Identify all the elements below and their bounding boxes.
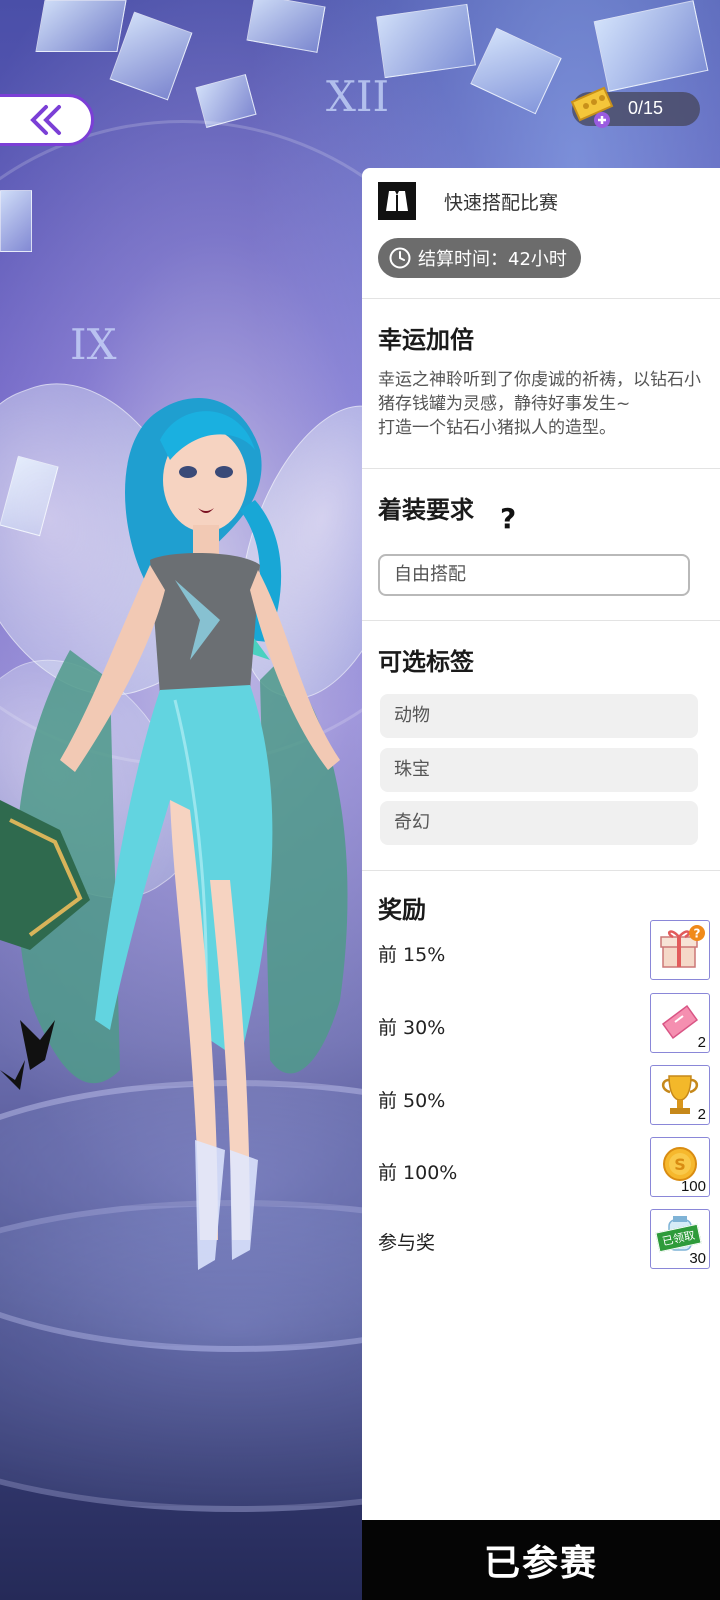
roman-numeral: XII [326,72,390,121]
reward-rank-label: 前 15% [378,944,446,966]
reward-rank-label: 参与奖 [378,1232,436,1254]
mystery-gift-icon: ? [660,925,705,968]
tag-item[interactable]: 珠宝 [380,748,698,792]
crystal-decoration [593,0,709,92]
contest-name: 快速搭配比赛 [444,192,559,214]
theme-title: 幸运加倍 [378,326,474,354]
ticket-icon[interactable] [566,84,618,128]
timer-label: 结算时间：42小时 [418,249,567,270]
divider [362,468,720,469]
reward-count: 30 [689,1250,706,1267]
crystal-decoration [35,0,127,52]
magic-book [0,800,90,950]
reward-item[interactable]: 2 [650,1065,710,1125]
reward-item[interactable]: ? [650,920,710,980]
reward-rank-label: 前 30% [378,1017,446,1039]
tag-item[interactable]: 动物 [380,694,698,738]
help-icon[interactable]: ? [500,502,516,535]
double-chevron-left-icon [30,105,61,135]
crystal-decoration [470,27,562,115]
svg-text:S: S [674,1155,686,1174]
dress-code-value: 自由搭配 [378,554,690,596]
outfit-icon [378,182,416,220]
reward-rank-label: 前 50% [378,1090,446,1112]
divider [362,620,720,621]
rewards-title: 奖励 [378,896,426,924]
contest-panel: 快速搭配比赛 结算时间：42小时 幸运加倍 幸运之神聆听到了你虔诚的祈祷，以钻石… [362,168,720,1600]
reward-item[interactable]: S 100 [650,1137,710,1197]
ticket-count: 0/15 [628,98,664,118]
divider [362,870,720,871]
tags-title: 可选标签 [378,648,474,676]
reward-item[interactable]: 2 [650,993,710,1053]
reward-item[interactable]: 已领取 30 [650,1209,710,1269]
clock-icon [389,247,411,269]
joined-button[interactable]: 已参赛 [362,1520,720,1600]
reward-count: 100 [680,1178,706,1195]
settlement-timer: 结算时间：42小时 [378,238,581,278]
reward-rank-label: 前 100% [378,1162,458,1184]
dress-code-title: 着装要求 [378,496,474,524]
crystal-decoration [376,3,476,79]
crystal-decoration [246,0,326,53]
divider [362,298,720,299]
theme-description: 幸运之神聆听到了你虔诚的祈祷，以钻石小猪存钱罐为灵感，静待好事发生~ 打造一个钻… [378,370,701,438]
svg-text:?: ? [694,927,701,941]
reward-count: 2 [697,1034,706,1051]
back-button[interactable] [0,94,94,146]
reward-count: 2 [697,1106,706,1123]
roman-numeral: IX [70,320,117,369]
tag-item[interactable]: 奇幻 [380,801,698,845]
